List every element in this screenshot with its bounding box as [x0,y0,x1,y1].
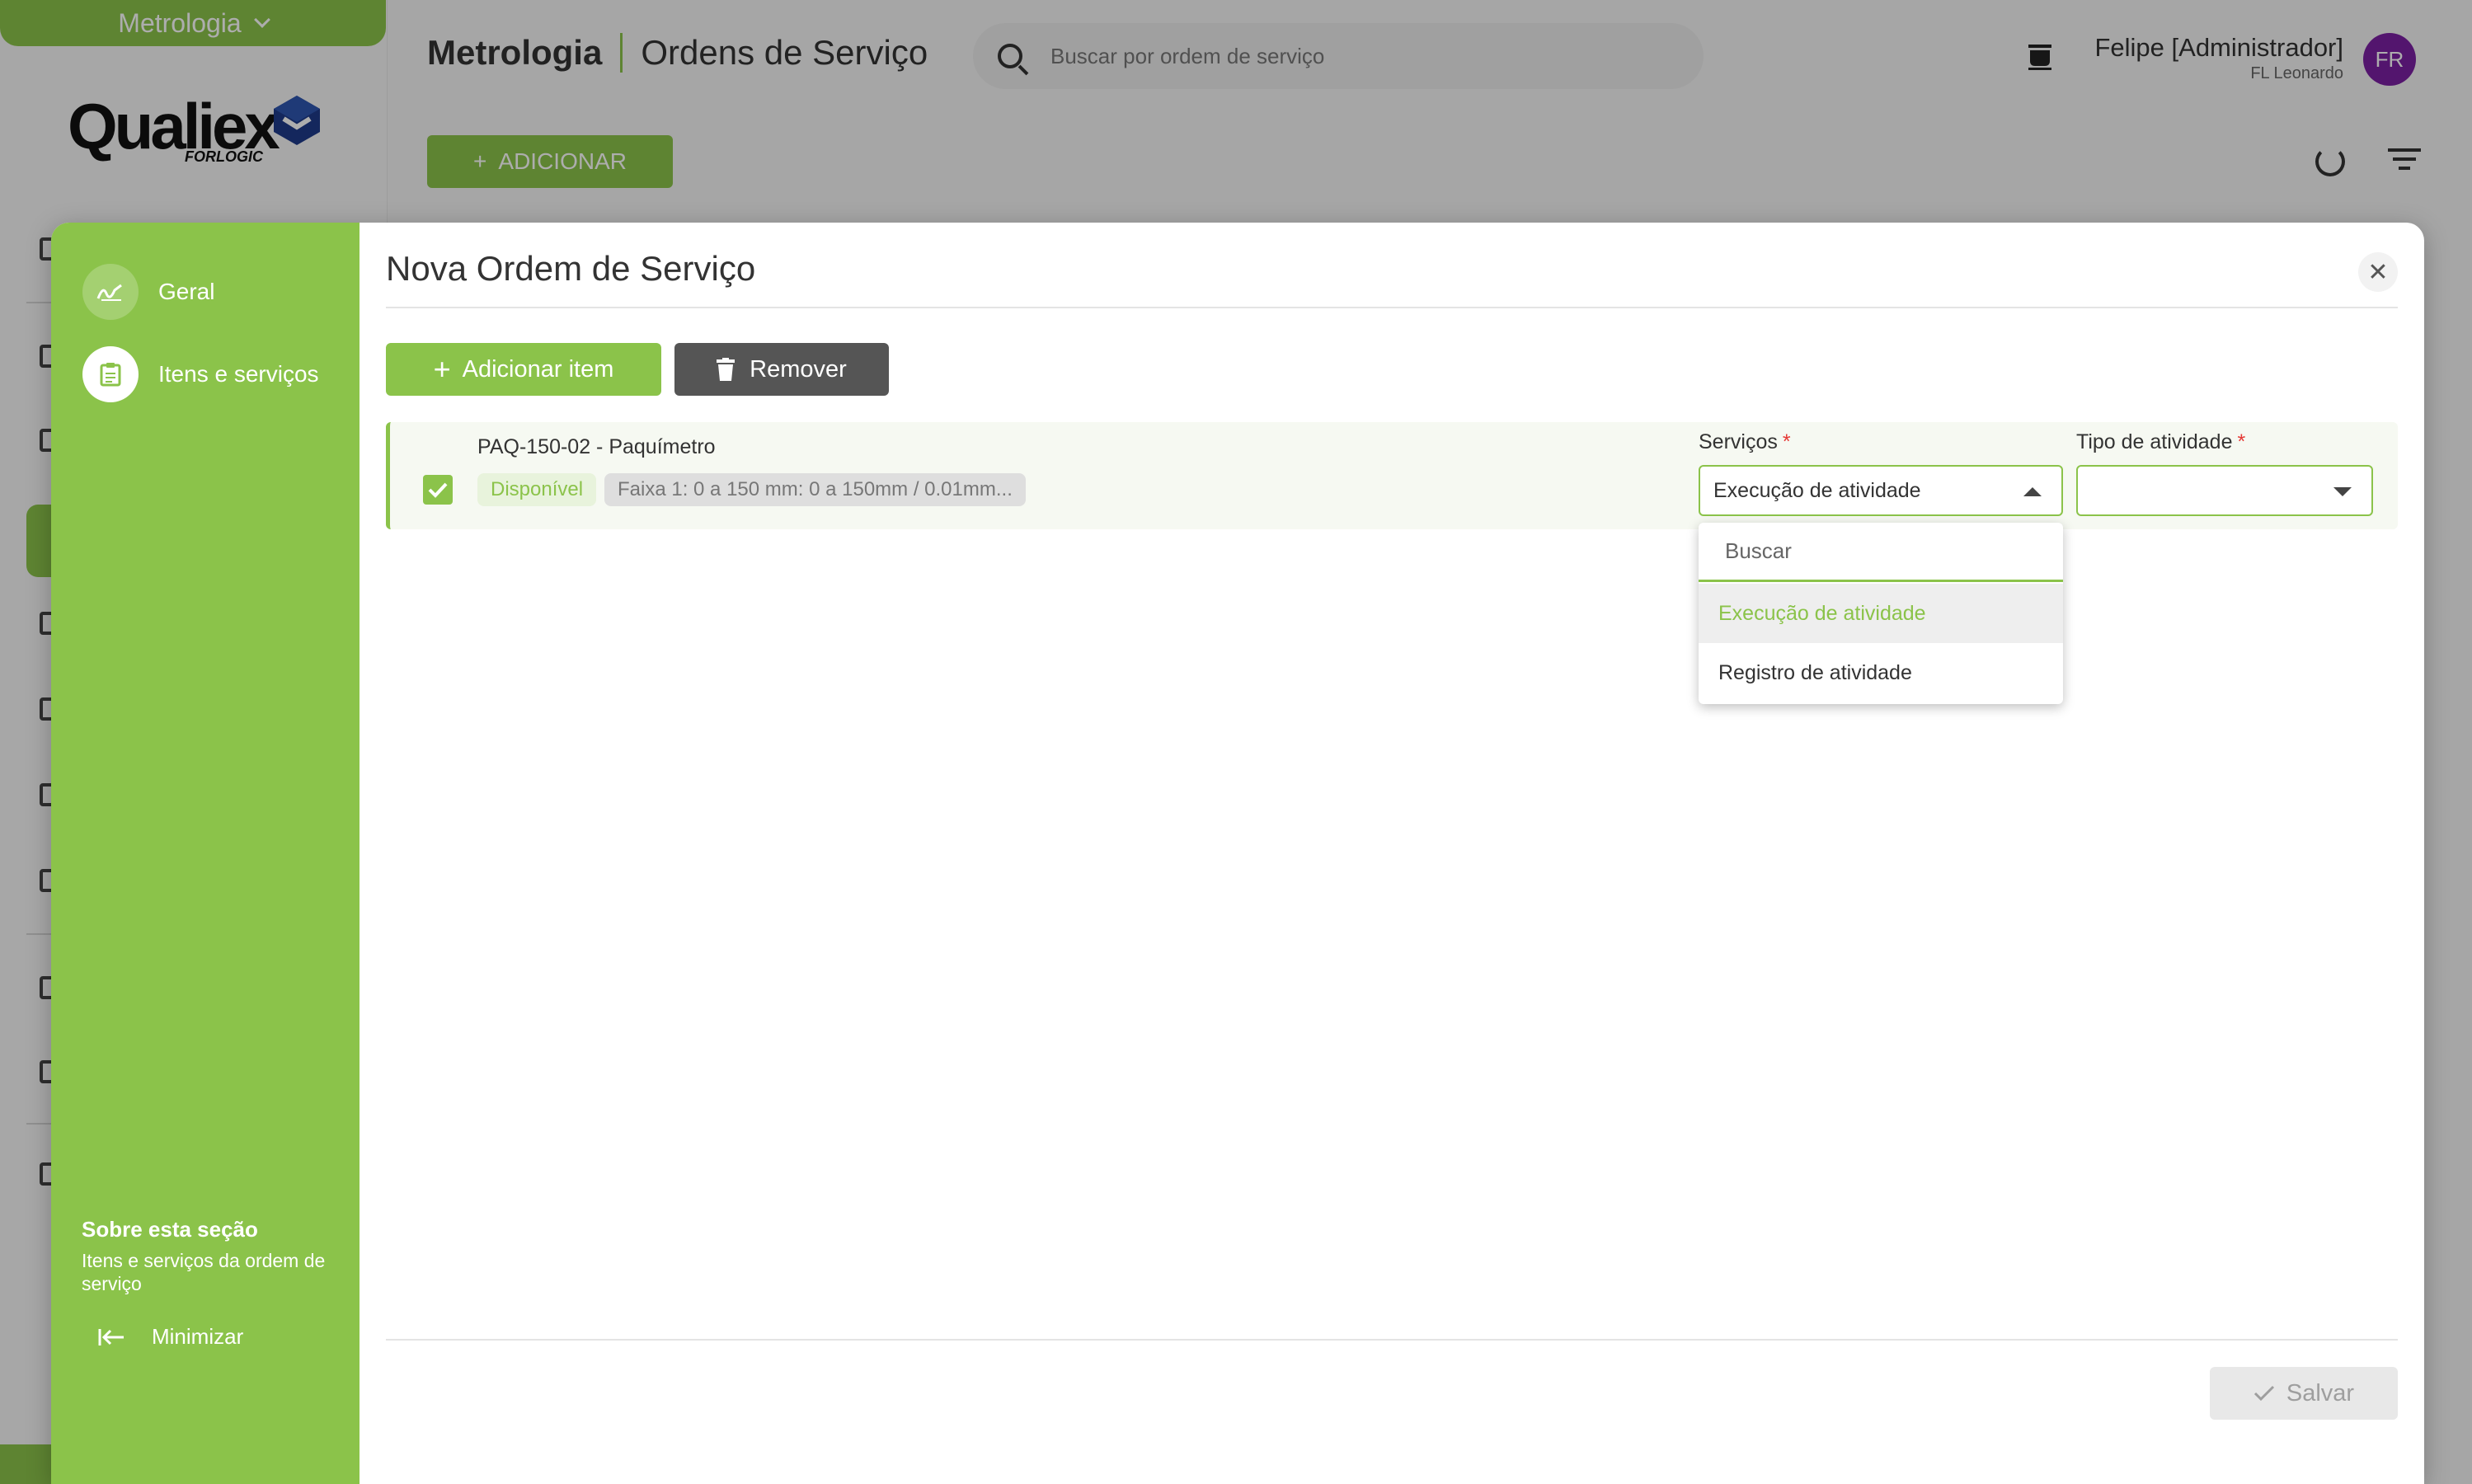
section-about: Sobre esta seção Itens e serviços da ord… [82,1217,345,1295]
collapse-left-icon [98,1328,124,1345]
title-divider [386,307,2398,308]
footer-divider [386,1339,2398,1341]
close-icon: ✕ [2367,258,2389,286]
step-general[interactable]: Geral [82,264,214,320]
dropdown-option[interactable]: Execução de atividade [1699,584,2063,643]
dropdown-search-placeholder: Buscar [1725,538,1792,563]
minimize-label: Minimizar [152,1324,244,1349]
activity-type-label-text: Tipo de atividade [2076,430,2233,453]
step-items-label: Itens e serviços [158,361,319,387]
activity-type-label: Tipo de atividade * [2076,430,2245,454]
about-title: Sobre esta seção [82,1217,258,1242]
item-name: PAQ-150-02 - Paquímetro [477,435,716,458]
services-select-value: Execução de atividade [1713,478,1921,502]
check-icon [428,482,448,498]
services-label: Serviços * [1699,430,1791,454]
services-select[interactable]: Execução de atividade [1699,465,2063,516]
activity-type-select[interactable] [2076,465,2373,516]
caret-up-icon [2023,487,2042,496]
step-items-services[interactable]: Itens e serviços [82,346,319,402]
caret-down-icon [2333,487,2352,496]
about-description: Itens e serviços da ordem de serviço [82,1250,326,1294]
minimize-button[interactable]: Minimizar [97,1324,243,1350]
close-button[interactable]: ✕ [2358,252,2398,292]
remove-button[interactable]: Remover [674,343,889,396]
check-icon [2253,1385,2274,1402]
services-label-text: Serviços [1699,430,1778,453]
dropdown-option[interactable]: Registro de atividade [1699,643,2063,702]
services-dropdown: Buscar Execução de atividade Registro de… [1699,523,2063,704]
trash-icon [717,358,735,381]
save-button[interactable]: Salvar [2210,1367,2398,1420]
required-asterisk: * [2237,430,2246,453]
new-service-order-dialog: Geral Itens e serviços Sobre esta seção … [51,223,2424,1484]
range-badge: Faixa 1: 0 a 150 mm: 0 a 150mm / 0.01mm.… [604,473,1026,506]
plus-icon: + [433,352,451,386]
remove-label: Remover [750,355,847,383]
item-checkbox[interactable] [423,475,453,505]
add-item-button[interactable]: + Adicionar item [386,343,661,396]
status-badge: Disponível [477,473,597,506]
clipboard-icon [82,346,139,402]
dropdown-search-input[interactable]: Buscar [1699,523,2063,582]
signature-icon [82,264,139,320]
add-item-label: Adicionar item [462,355,614,383]
step-general-label: Geral [158,279,215,304]
dialog-title: Nova Ordem de Serviço [386,249,756,288]
dialog-steps-sidebar: Geral Itens e serviços Sobre esta seção … [51,223,360,1484]
save-label: Salvar [2286,1379,2355,1407]
required-asterisk: * [1782,430,1791,453]
